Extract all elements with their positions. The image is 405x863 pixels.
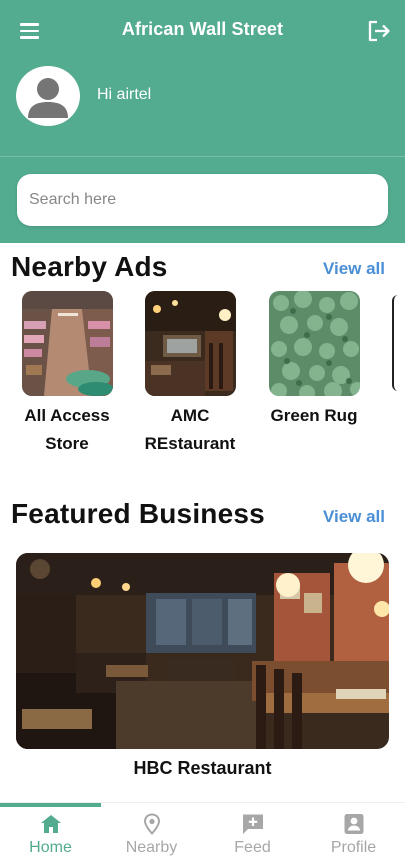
nav-item-profile[interactable]: Profile <box>303 807 404 863</box>
feed-add-icon <box>242 814 263 834</box>
store-shelves-photo <box>21 291 113 396</box>
greeting-text: Hi airtel <box>97 86 152 103</box>
location-pin-icon <box>143 813 160 835</box>
ad-card-green-rug[interactable]: Green Rug <box>259 291 369 430</box>
featured-business-name: HBC Restaurant <box>133 758 272 778</box>
header-divider <box>0 156 405 157</box>
ad-label: Green Rug <box>270 406 358 425</box>
featured-business-title: Featured Business <box>11 498 265 529</box>
top-bar: African Wall Street <box>0 0 405 62</box>
nearby-ads-list: All Access Store AMC REstaurant Green Ru… <box>0 291 405 461</box>
nav-label-profile: Profile <box>330 839 377 856</box>
user-avatar-icon[interactable] <box>16 66 80 126</box>
ad-card-all-access-store[interactable]: All Access Store <box>12 291 122 458</box>
green-rug-photo <box>268 291 360 396</box>
nav-item-nearby[interactable]: Nearby <box>101 807 202 863</box>
app-title: African Wall Street <box>121 19 284 39</box>
home-icon <box>40 815 61 833</box>
featured-business-view-all-link[interactable]: View all <box>323 507 385 527</box>
restaurant-interior-photo <box>144 291 236 396</box>
nav-item-feed[interactable]: Feed <box>202 807 303 863</box>
nav-item-home[interactable]: Home <box>0 807 101 863</box>
nearby-ads-view-all-link[interactable]: View all <box>323 259 385 279</box>
nearby-ads-title: Nearby Ads <box>11 251 168 282</box>
search-input[interactable] <box>17 174 388 226</box>
restaurant-dining-hall-photo <box>16 553 389 749</box>
nav-label-nearby: Nearby <box>125 839 178 856</box>
ad-label: All Access Store <box>24 406 110 453</box>
ad-label: AMC REstaurant <box>144 406 236 453</box>
logout-icon[interactable] <box>366 19 392 43</box>
nav-label-feed: Feed <box>234 839 271 856</box>
profile-icon <box>344 814 363 834</box>
featured-business-card[interactable] <box>16 553 389 749</box>
next-ad-card-edge[interactable] <box>392 295 398 391</box>
ad-card-amc-restaurant[interactable]: AMC REstaurant <box>135 291 245 458</box>
app-header: African Wall Street Hi airtel <box>0 0 405 243</box>
nav-label-home: Home <box>29 839 72 856</box>
bottom-navigation: Home Nearby Feed Profile <box>0 802 405 863</box>
